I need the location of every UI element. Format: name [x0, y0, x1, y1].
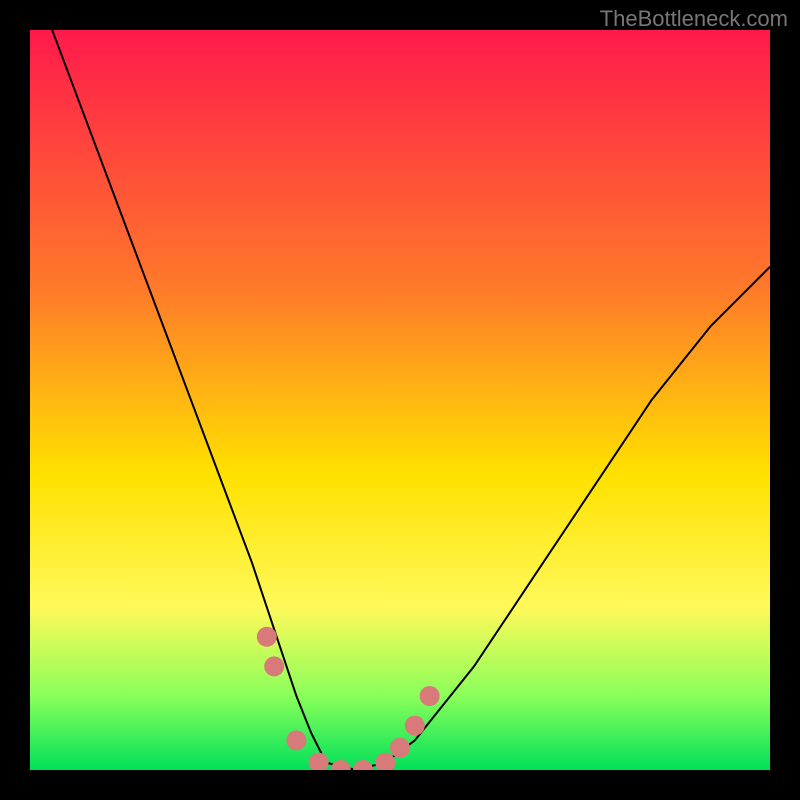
marker-dot: [286, 730, 306, 750]
watermark-text: TheBottleneck.com: [600, 6, 788, 32]
chart-area: [30, 30, 770, 770]
marker-dot: [390, 738, 410, 758]
marker-dot: [257, 627, 277, 647]
marker-dot: [420, 686, 440, 706]
gradient-background: [30, 30, 770, 770]
marker-dot: [405, 716, 425, 736]
bottleneck-chart: [30, 30, 770, 770]
marker-dot: [264, 656, 284, 676]
